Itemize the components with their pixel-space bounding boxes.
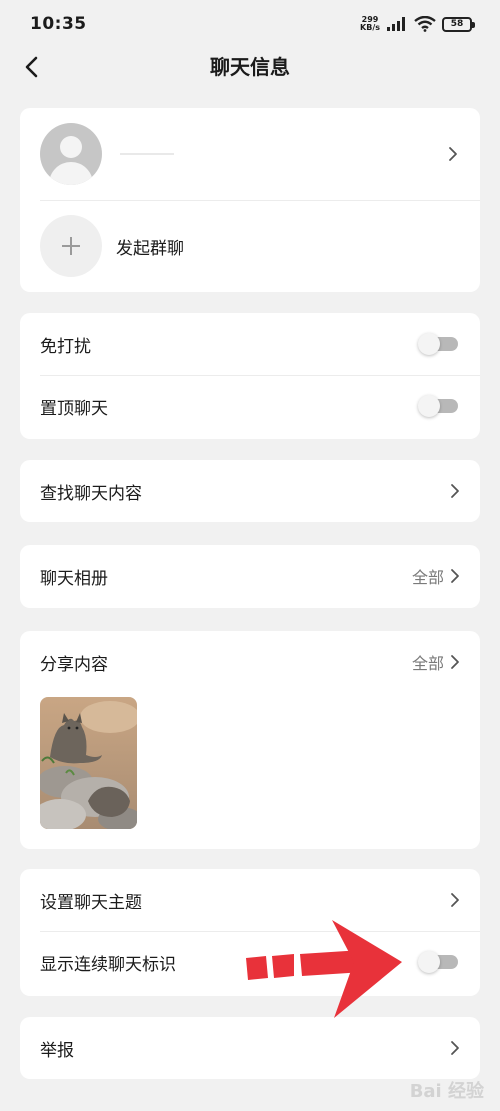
start-group-chat-row[interactable]: 发起群聊 — [20, 200, 480, 292]
do-not-disturb-row: 免打扰 — [20, 313, 480, 375]
search-chat-content-row[interactable]: 查找聊天内容 — [20, 460, 480, 522]
chevron-right-icon — [449, 147, 457, 161]
avatar-placeholder-icon — [60, 136, 82, 158]
username — [120, 153, 174, 155]
wifi-icon — [414, 16, 436, 32]
pin-chat-row: 置顶聊天 — [20, 375, 480, 437]
net-speed: 299 KB/s — [360, 16, 380, 32]
report-row[interactable]: 举报 — [20, 1017, 480, 1079]
chat-album-all-link: 全部 — [411, 568, 444, 587]
member-row[interactable] — [20, 108, 480, 200]
chevron-right-icon — [451, 484, 459, 498]
members-card: 发起群聊 — [20, 108, 480, 292]
shared-content-card: 分享内容 全部 — [20, 631, 480, 849]
do-not-disturb-toggle[interactable] — [418, 333, 458, 355]
search-card: 查找聊天内容 — [20, 460, 480, 522]
shared-content-all-link: 全部 — [411, 654, 444, 673]
signal-icon — [387, 17, 405, 31]
search-chat-content-label: 查找聊天内容 — [40, 483, 142, 504]
report-label: 举报 — [40, 1040, 74, 1061]
album-card: 聊天相册 全部 — [20, 545, 480, 608]
status-icons: 299 KB/s 58 — [360, 16, 475, 32]
start-group-chat-label: 发起群聊 — [116, 238, 184, 259]
notification-settings-card: 免打扰 置顶聊天 — [20, 313, 480, 439]
plus-icon — [40, 215, 102, 277]
chat-streak-row: 显示连续聊天标识 — [20, 931, 480, 993]
chat-streak-label: 显示连续聊天标识 — [40, 954, 176, 975]
pin-chat-toggle[interactable] — [418, 395, 458, 417]
chevron-right-icon — [451, 655, 459, 669]
shared-image-thumbnail[interactable] — [40, 697, 137, 829]
status-bar: 10:35 299 KB/s 58 — [0, 0, 500, 48]
chevron-right-icon — [451, 1041, 459, 1055]
chat-album-row[interactable]: 聊天相册 全部 — [20, 545, 480, 607]
shared-content-label: 分享内容 — [40, 654, 108, 675]
nav-bar: 聊天信息 — [0, 44, 500, 88]
chevron-right-icon — [451, 569, 459, 583]
chat-theme-row[interactable]: 设置聊天主题 — [20, 869, 480, 931]
chevron-right-icon — [451, 893, 459, 907]
battery-icon: 58 — [442, 16, 475, 32]
chat-streak-toggle[interactable] — [418, 951, 458, 973]
net-speed-unit: KB/s — [360, 23, 380, 32]
do-not-disturb-label: 免打扰 — [40, 336, 91, 357]
chat-appearance-card: 设置聊天主题 显示连续聊天标识 — [20, 869, 480, 996]
pin-chat-label: 置顶聊天 — [40, 398, 108, 419]
page-title: 聊天信息 — [210, 55, 290, 79]
chat-theme-label: 设置聊天主题 — [40, 892, 142, 913]
watermark: Bai 经验 — [409, 1081, 484, 1102]
report-card: 举报 — [20, 1017, 480, 1079]
shared-content-row[interactable]: 分享内容 全部 — [20, 631, 480, 693]
avatar — [40, 123, 102, 185]
chat-album-label: 聊天相册 — [40, 568, 108, 589]
cat-photo — [40, 697, 137, 829]
status-time: 10:35 — [30, 14, 87, 34]
